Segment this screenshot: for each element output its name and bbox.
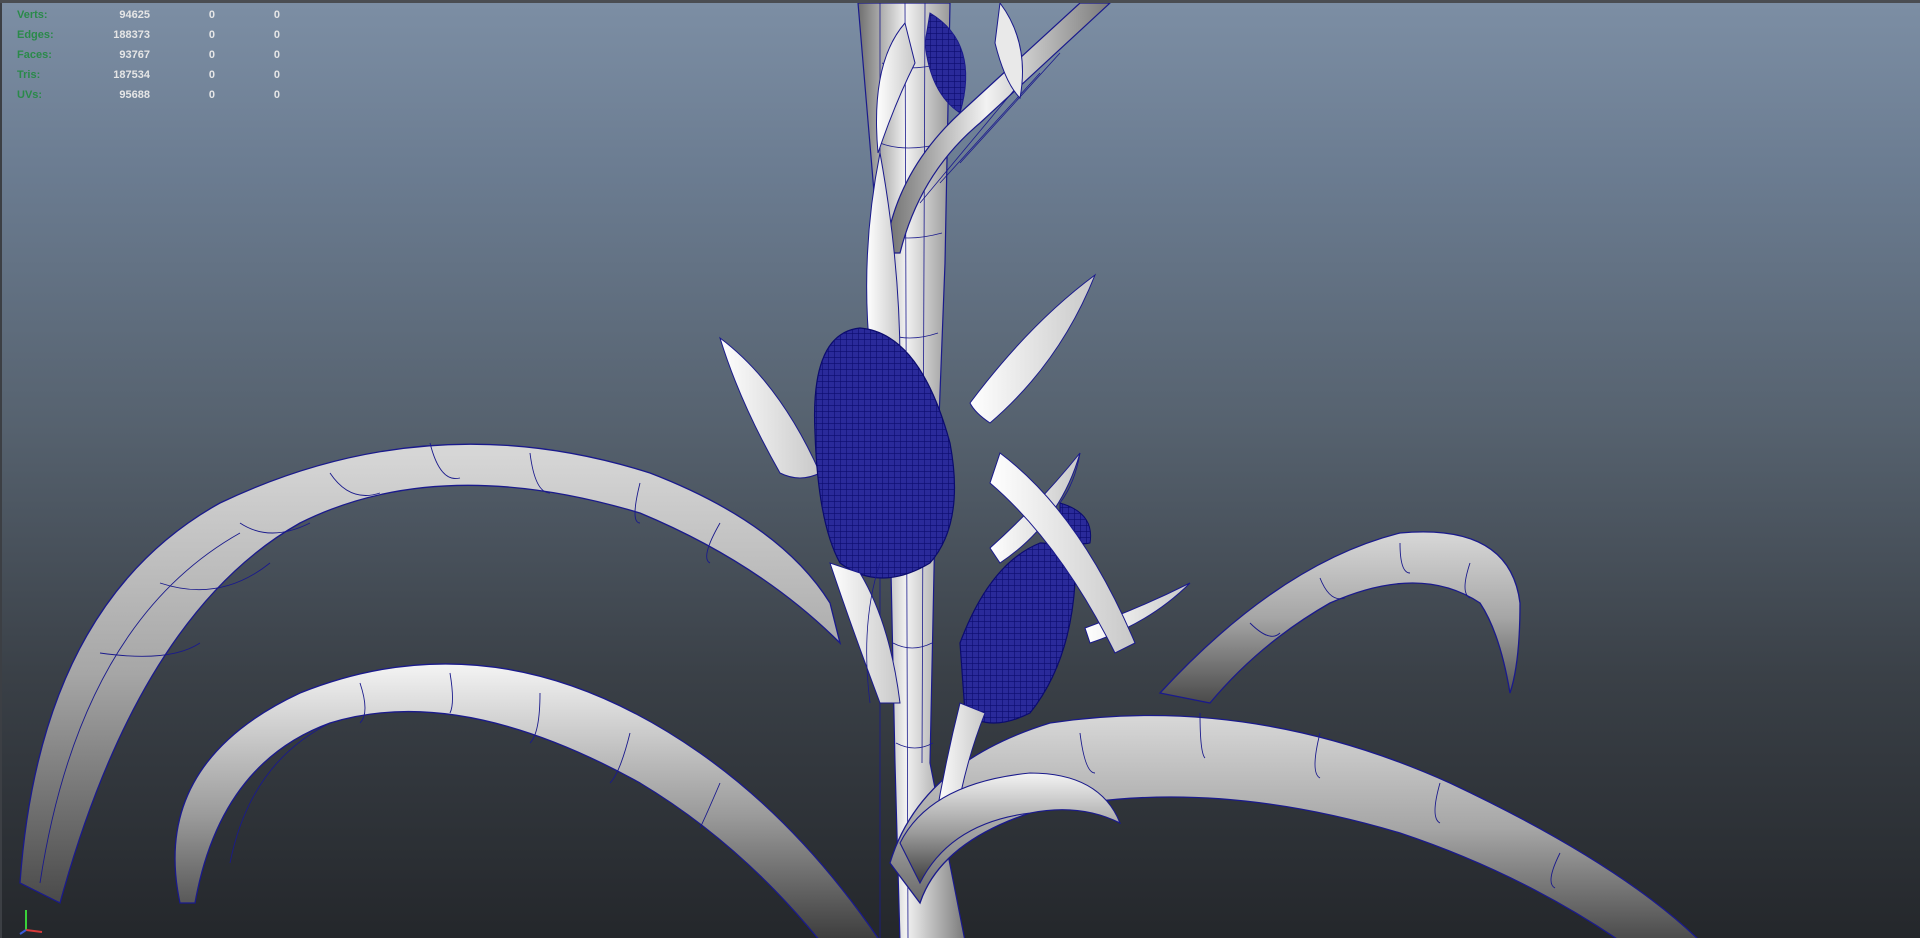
hud-value: 94625 — [119, 9, 150, 21]
hud-value: 0 — [273, 9, 280, 21]
hud-row-tris: Tris: 187534 0 0 — [17, 65, 280, 85]
hud-value: 0 — [208, 49, 215, 61]
hud-row-faces: Faces: 93767 0 0 — [17, 45, 280, 65]
hud-row-edges: Edges: 188373 0 0 — [17, 25, 280, 45]
3d-viewport[interactable]: Verts: 94625 0 0 Edges: 188373 0 0 Faces… — [0, 0, 1920, 938]
hud-label: Tris: — [17, 69, 41, 81]
hud-value: 0 — [273, 69, 280, 81]
leaf-left-lower — [174, 663, 879, 938]
corn-plant-model[interactable] — [0, 3, 1920, 938]
view-axis-icon — [19, 910, 43, 935]
hud-value: 0 — [208, 9, 215, 21]
hud-label: Edges: — [17, 29, 54, 41]
poly-count-hud: Verts: 94625 0 0 Edges: 188373 0 0 Faces… — [17, 5, 280, 105]
hud-value: 93767 — [119, 49, 150, 61]
hud-value: 0 — [208, 29, 215, 41]
hud-label: Verts: — [17, 9, 48, 21]
hud-value: 0 — [208, 89, 215, 101]
hud-value: 95688 — [119, 89, 150, 101]
hud-value: 0 — [208, 69, 215, 81]
hud-value: 188373 — [113, 29, 150, 41]
hud-label: UVs: — [17, 89, 43, 101]
leaf-right-lower — [889, 712, 1698, 938]
hud-value: 187534 — [113, 69, 150, 81]
leaf-right-curl — [1158, 531, 1521, 704]
hud-row-verts: Verts: 94625 0 0 — [17, 5, 280, 25]
viewport-border — [0, 3, 2, 938]
hud-label: Faces: — [17, 49, 52, 61]
hud-value: 0 — [273, 29, 280, 41]
hud-value: 0 — [273, 89, 280, 101]
hud-row-uvs: UVs: 95688 0 0 — [17, 85, 280, 105]
hud-value: 0 — [273, 49, 280, 61]
